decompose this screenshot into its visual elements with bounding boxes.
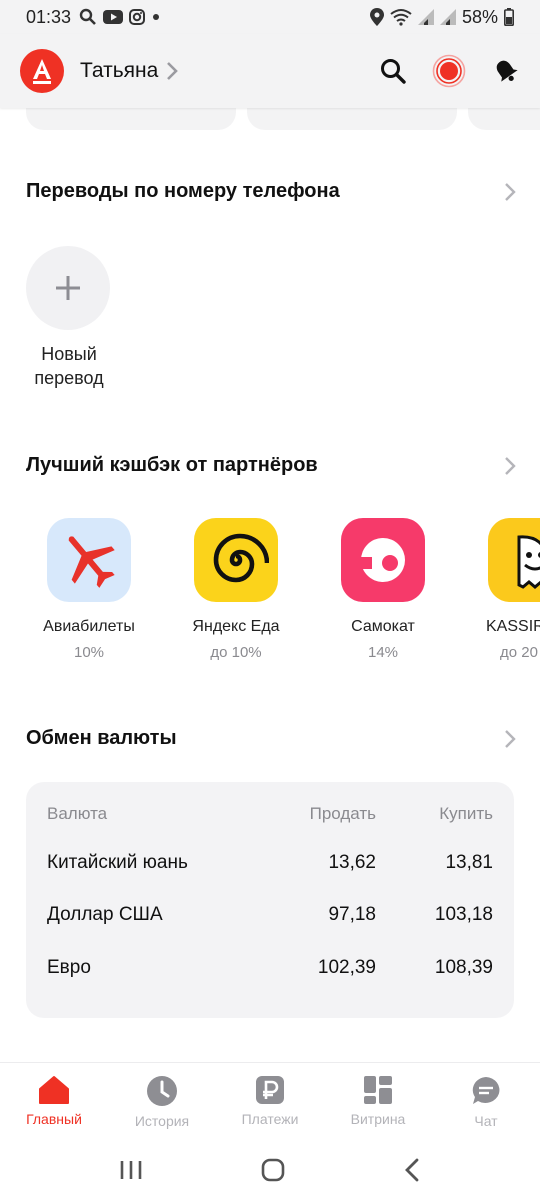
buy-rate: 108,39 — [434, 957, 493, 978]
chevron-right-icon[interactable] — [166, 61, 179, 81]
bottom-nav: Главный История Платежи Витрина Чат — [0, 1062, 540, 1140]
spiral-icon — [213, 533, 269, 583]
airplane-icon — [68, 536, 115, 588]
column-header-currency: Валюта — [47, 804, 108, 823]
transfers-section-header[interactable]: Переводы по номеру телефона — [26, 180, 516, 203]
partner-cashback: до 20 — [500, 644, 538, 661]
column-header-sell: Продать — [309, 804, 376, 823]
bell-icon[interactable] — [492, 57, 520, 85]
nav-label: Витрина — [350, 1111, 406, 1127]
chevron-right-icon[interactable] — [504, 181, 516, 203]
sell-rate: 97,18 — [328, 904, 376, 925]
ruble-icon — [256, 1076, 284, 1104]
dot-icon — [153, 14, 160, 20]
location-icon — [369, 8, 384, 26]
buy-rate: 103,18 — [434, 904, 493, 925]
account-card[interactable] — [468, 108, 540, 130]
sell-rate: 102,39 — [317, 957, 376, 978]
section-title: Переводы по номеру телефона — [26, 180, 340, 202]
battery-icon — [504, 8, 514, 26]
partner-tile — [488, 518, 540, 602]
partner-tile — [341, 518, 425, 602]
table-row: Доллар США 97,18 103,18 — [47, 904, 493, 932]
system-nav-bar — [0, 1140, 540, 1200]
nav-label: Главный — [26, 1111, 82, 1127]
record-icon[interactable] — [432, 54, 466, 88]
partner-name: Яндекс Еда — [192, 618, 280, 635]
new-transfer-button[interactable] — [26, 246, 110, 330]
cashback-section-header[interactable]: Лучший кэшбэк от партнёров — [26, 454, 516, 477]
search-icon — [79, 8, 96, 25]
partner-cashback: 10% — [73, 644, 105, 661]
instagram-icon — [129, 9, 146, 25]
samokat-icon — [358, 538, 405, 582]
grid-icon — [364, 1076, 392, 1104]
table-row: Евро 102,39 108,39 — [47, 957, 493, 985]
table-row: Китайский юань 13,62 13,81 — [47, 852, 493, 880]
partner-name: KASSIR — [486, 618, 540, 635]
nav-item-chat[interactable]: Чат — [432, 1063, 540, 1140]
buy-rate: 13,81 — [445, 852, 493, 873]
section-title: Обмен валюты — [26, 727, 177, 749]
status-bar: 01:33 58% — [0, 0, 540, 34]
search-icon[interactable] — [380, 58, 406, 84]
column-header-buy: Купить — [439, 804, 493, 823]
exchange-rates-table[interactable]: Валюта Продать Купить Китайский юань 13,… — [26, 782, 514, 1018]
wifi-icon — [390, 9, 412, 26]
battery-percent: 58% — [461, 6, 498, 27]
user-name[interactable]: Татьяна — [80, 59, 158, 83]
partner-samokat[interactable]: Самокат 14% — [323, 518, 443, 661]
clock-icon — [147, 1076, 177, 1106]
nav-item-history[interactable]: История — [108, 1063, 216, 1140]
cards-strip — [0, 108, 540, 130]
partner-name: Самокат — [351, 618, 415, 635]
partner-cashback: до 10% — [210, 644, 262, 661]
bank-logo[interactable] — [20, 49, 64, 93]
smiley-ticket-icon — [517, 535, 540, 589]
chat-icon — [472, 1077, 500, 1104]
nav-item-home[interactable]: Главный — [0, 1063, 108, 1140]
sell-rate: 13,62 — [328, 852, 376, 873]
nav-label: Чат — [474, 1113, 498, 1129]
new-transfer-label[interactable]: Новый перевод — [14, 342, 124, 390]
table-header-row: Валюта Продать Купить — [47, 804, 493, 832]
partner-yandex-eda[interactable]: Яндекс Еда до 10% — [176, 518, 296, 661]
chevron-right-icon[interactable] — [504, 728, 516, 750]
currency-name: Евро — [47, 957, 91, 978]
account-card[interactable] — [26, 108, 236, 130]
recents-icon[interactable] — [119, 1159, 143, 1181]
nav-item-showcase[interactable]: Витрина — [324, 1063, 432, 1140]
status-time: 01:33 — [26, 6, 72, 27]
partner-aviatickets[interactable]: Авиабилеты 10% — [29, 518, 149, 661]
partner-tile — [194, 518, 278, 602]
exchange-section-header[interactable]: Обмен валюты — [26, 727, 516, 750]
section-title: Лучший кэшбэк от партнёров — [26, 454, 318, 476]
plus-icon — [56, 276, 80, 300]
alfa-logo-icon — [33, 59, 51, 84]
currency-name: Доллар США — [47, 904, 163, 925]
back-icon[interactable] — [403, 1158, 421, 1182]
nav-label: Платежи — [241, 1111, 299, 1127]
partner-name: Авиабилеты — [43, 618, 135, 635]
home-icon — [39, 1076, 69, 1104]
partner-cashback: 14% — [367, 644, 399, 661]
signal-icon — [439, 9, 456, 25]
nav-item-payments[interactable]: Платежи — [216, 1063, 324, 1140]
signal-icon — [417, 9, 434, 25]
currency-name: Китайский юань — [47, 852, 188, 873]
youtube-icon — [103, 10, 124, 24]
app-header: Татьяна — [0, 34, 540, 108]
partner-kassir[interactable]: KASSIR до 20 — [470, 518, 540, 661]
partner-tile — [47, 518, 131, 602]
nav-label: История — [134, 1113, 190, 1129]
chevron-right-icon[interactable] — [504, 455, 516, 477]
account-card[interactable] — [247, 108, 457, 130]
home-circle-icon[interactable] — [260, 1157, 286, 1183]
